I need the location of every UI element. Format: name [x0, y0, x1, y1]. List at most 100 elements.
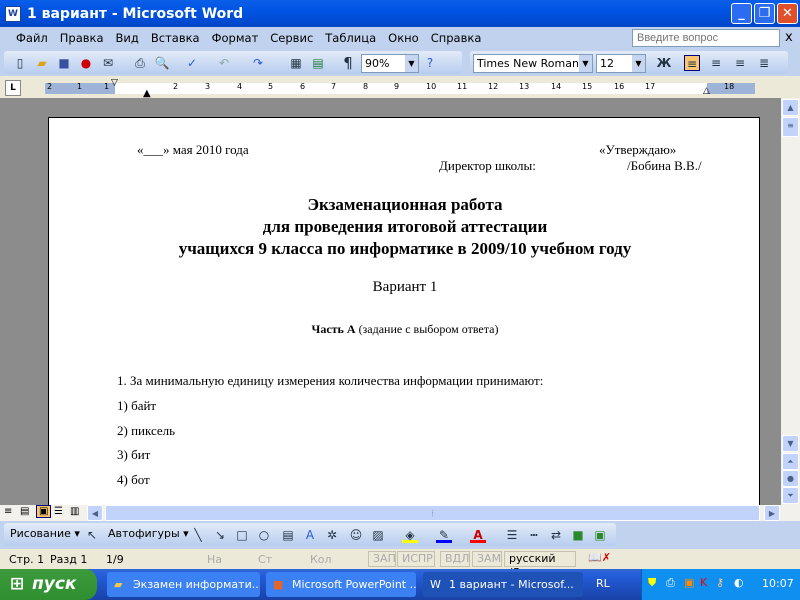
menu-format[interactable]: Формат: [206, 31, 265, 45]
excel-icon[interactable]: ▤: [310, 55, 326, 71]
clipart-icon[interactable]: ☺: [348, 527, 364, 543]
menu-tools[interactable]: Сервис: [264, 31, 319, 45]
line-icon[interactable]: ╲: [190, 527, 206, 543]
drawing-menu-button[interactable]: Рисование ▾: [10, 527, 80, 540]
menu-insert[interactable]: Вставка: [145, 31, 206, 45]
status-ovr[interactable]: ЗАМ: [472, 551, 502, 567]
scroll-left-button[interactable]: ◀: [87, 505, 103, 521]
scroll-up-button[interactable]: ▲: [782, 99, 799, 116]
print-view-button[interactable]: ▣: [36, 505, 52, 518]
volume-icon[interactable]: ◐: [734, 576, 744, 589]
task-explorer[interactable]: ▰ Экзамен информати...: [107, 572, 260, 597]
scroll-thumb[interactable]: ≡: [782, 117, 799, 137]
status-ext[interactable]: ВДЛ: [440, 551, 470, 567]
menu-view[interactable]: Вид: [110, 31, 145, 45]
outline-view-button[interactable]: ☰: [54, 506, 63, 517]
align-center-button[interactable]: ≡: [708, 55, 724, 71]
close-doc-button[interactable]: x: [785, 30, 793, 45]
ruler-number: 1: [77, 82, 83, 91]
language-indicator[interactable]: RL: [596, 577, 610, 590]
task-powerpoint[interactable]: ■ Microsoft PowerPoint ...: [266, 572, 416, 597]
shadow-icon[interactable]: ■: [570, 527, 586, 543]
diagram-icon[interactable]: ✲: [324, 527, 340, 543]
minimize-button[interactable]: _: [731, 3, 752, 24]
line-color-icon[interactable]: ✎: [436, 527, 452, 543]
menu-edit[interactable]: Правка: [54, 31, 110, 45]
key-icon[interactable]: ⚷: [716, 576, 724, 589]
browse-object-button[interactable]: ●: [782, 470, 799, 487]
oval-icon[interactable]: ○: [256, 527, 272, 543]
normal-view-button[interactable]: ≡: [4, 506, 12, 517]
menu-table[interactable]: Таблица: [319, 31, 382, 45]
status-language: русский (Ро: [504, 551, 576, 579]
menu-window[interactable]: Окно: [382, 31, 425, 45]
undo-icon[interactable]: ↶: [216, 55, 232, 71]
dash-style-icon[interactable]: ┅: [526, 527, 542, 543]
start-button[interactable]: ⊞ пуск: [0, 569, 97, 600]
menu-help[interactable]: Справка: [425, 31, 488, 45]
arrow-icon[interactable]: ↘: [212, 527, 228, 543]
menu-file[interactable]: Файл: [10, 31, 54, 45]
bold-button[interactable]: Ж: [656, 55, 672, 71]
status-rec[interactable]: ЗАП: [368, 551, 396, 567]
align-left-button[interactable]: ≡: [684, 55, 700, 71]
prev-page-button[interactable]: ⏶: [782, 453, 799, 470]
restore-button[interactable]: ❐: [754, 3, 775, 24]
font-color-icon[interactable]: A: [470, 527, 486, 543]
line-style-icon[interactable]: ☰: [504, 527, 520, 543]
ruler-number: 1: [104, 82, 110, 91]
pilcrow-icon[interactable]: ¶: [340, 55, 356, 71]
web-view-button[interactable]: ▤: [20, 506, 29, 517]
help-icon[interactable]: ?: [422, 55, 438, 71]
open-icon[interactable]: ▰: [34, 55, 50, 71]
select-pointer-icon[interactable]: ↖: [84, 527, 100, 543]
fill-color-icon[interactable]: ◈: [402, 527, 418, 543]
spelling-icon[interactable]: ✓: [184, 55, 200, 71]
chevron-down-icon: ▼: [632, 55, 645, 72]
right-indent-marker[interactable]: △: [703, 86, 710, 96]
rectangle-icon[interactable]: □: [234, 527, 250, 543]
spelling-status-icon[interactable]: 📖✗: [588, 551, 611, 564]
align-right-button[interactable]: ≡: [732, 55, 748, 71]
reading-view-button[interactable]: ▥: [70, 506, 79, 517]
table-icon[interactable]: ▦: [288, 55, 304, 71]
redo-icon[interactable]: ↷: [250, 55, 266, 71]
tab-selector[interactable]: L: [5, 80, 21, 96]
task-word[interactable]: W 1 вариант - Microsof...: [423, 572, 583, 597]
new-icon[interactable]: ▯: [12, 55, 28, 71]
hscroll-thumb[interactable]: ⦙: [105, 505, 760, 521]
save-icon[interactable]: ■: [56, 55, 72, 71]
wordart-icon[interactable]: A: [302, 527, 318, 543]
print-icon[interactable]: ⎙: [132, 55, 148, 71]
3d-icon[interactable]: ▣: [592, 527, 608, 543]
textbox-icon[interactable]: ▤: [280, 527, 296, 543]
java-icon[interactable]: ▣: [684, 576, 694, 589]
vertical-scrollbar[interactable]: ▲ ≡ ▼ ⏶ ● ⏷: [781, 98, 800, 505]
autoshapes-button[interactable]: Автофигуры ▾: [108, 527, 189, 540]
email-icon[interactable]: ✉: [100, 55, 116, 71]
first-line-indent-marker[interactable]: ▽: [111, 78, 118, 88]
windows-logo-icon: ⊞: [10, 574, 25, 594]
scroll-down-button[interactable]: ▼: [782, 435, 799, 452]
preview-icon[interactable]: 🔍: [154, 55, 170, 71]
arrow-style-icon[interactable]: ⇄: [548, 527, 564, 543]
scroll-right-button[interactable]: ▶: [764, 505, 780, 521]
page[interactable]: «___» мая 2010 года «Утверждаю» Директор…: [48, 117, 760, 505]
chevron-down-icon: ▼: [579, 55, 592, 72]
status-trk[interactable]: ИСПР: [397, 551, 435, 567]
horizontal-scrollbar[interactable]: ≡ ▤ ▣ ☰ ▥ ◀ ⦙ ▶: [0, 505, 800, 521]
ask-question-input[interactable]: [632, 29, 780, 47]
permission-icon[interactable]: ●: [78, 55, 94, 71]
zoom-select[interactable]: 90% ▼: [361, 54, 419, 73]
security-shield-icon[interactable]: ⛊: [648, 576, 656, 590]
ruler-number: 7: [331, 82, 337, 91]
font-select[interactable]: Times New Roman ▼: [473, 54, 593, 73]
antivirus-icon[interactable]: K: [700, 576, 707, 589]
close-button[interactable]: ✕: [777, 3, 798, 24]
picture-icon[interactable]: ▨: [370, 527, 386, 543]
part-desc: (задание с выбором ответа): [355, 322, 499, 336]
next-page-button[interactable]: ⏷: [782, 487, 799, 504]
size-select[interactable]: 12 ▼: [596, 54, 646, 73]
printer-icon[interactable]: ⎙: [666, 576, 675, 590]
justify-button[interactable]: ≣: [756, 55, 772, 71]
